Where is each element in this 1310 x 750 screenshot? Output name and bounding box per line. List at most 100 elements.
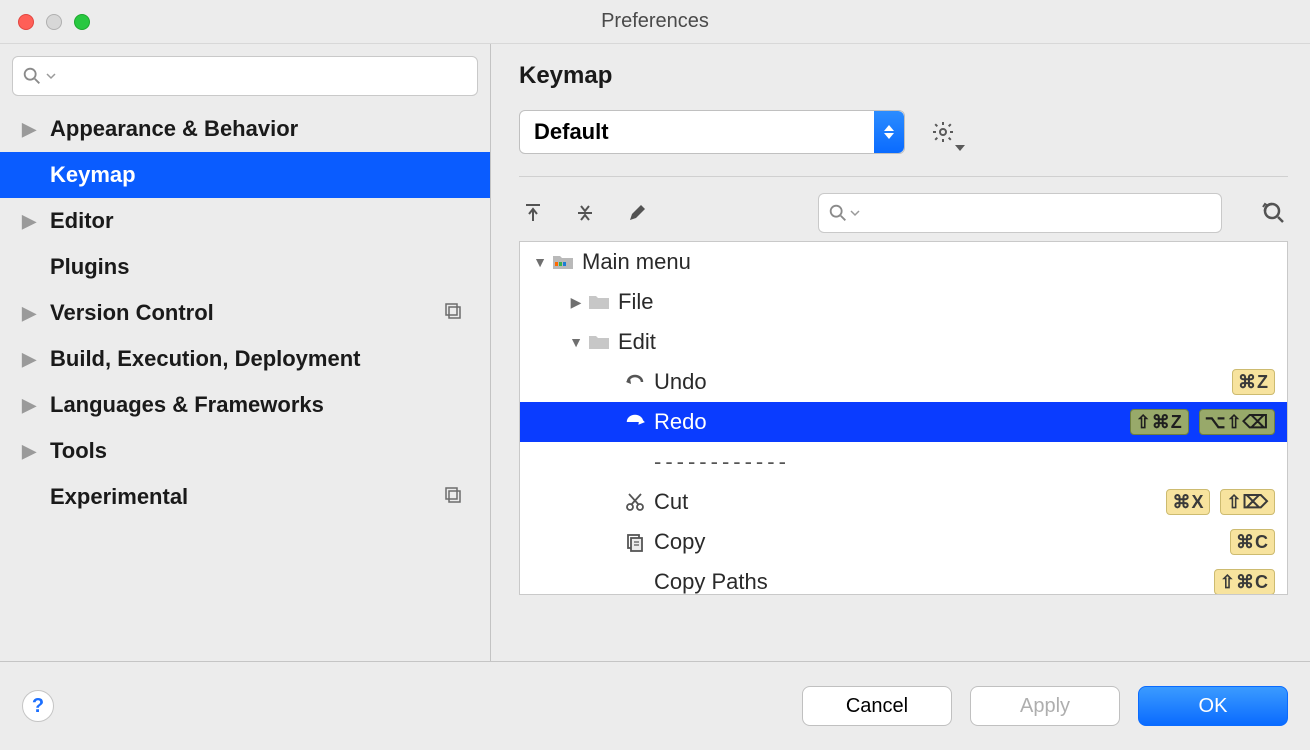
expand-all-icon (522, 202, 544, 224)
shortcut-list: ⇧⌘C (1214, 569, 1275, 595)
find-by-shortcut-button[interactable] (1260, 199, 1288, 227)
shortcut-list: ⇧⌘Z ⌥⇧⌫ (1130, 409, 1275, 435)
expand-arrow-icon: ▼ (530, 254, 550, 270)
sidebar-item-label: Appearance & Behavior (50, 116, 298, 142)
titlebar: Preferences (0, 0, 1310, 44)
expand-arrow-icon: ▶ (18, 349, 40, 370)
tree-row-label: ------------ (654, 449, 1275, 475)
sidebar-item-label: Languages & Frameworks (50, 392, 324, 418)
sidebar-item-plugins[interactable]: ▶Plugins (0, 244, 490, 290)
panel-title: Keymap (519, 62, 1288, 90)
sidebar-item-appearance-behavior[interactable]: ▶ Appearance & Behavior (0, 106, 490, 152)
find-shortcut-icon (1261, 200, 1287, 226)
chevron-down-icon (45, 70, 57, 82)
tree-row-label: Redo (654, 409, 1130, 435)
sidebar-item-label: Experimental (50, 484, 188, 510)
search-icon (21, 65, 43, 87)
expand-arrow-icon: ▶ (18, 211, 40, 232)
expand-arrow-icon: ▼ (566, 334, 586, 350)
keymap-actions-button[interactable] (927, 116, 959, 148)
tree-row[interactable]: ▼ Edit (520, 322, 1287, 362)
scheme-icon (444, 302, 462, 325)
tree-row[interactable]: Redo⇧⌘Z ⌥⇧⌫ (520, 402, 1287, 442)
tree-row-label: Copy Paths (654, 569, 1214, 595)
apply-button[interactable]: Apply (970, 686, 1120, 726)
sidebar-item-experimental[interactable]: ▶Experimental (0, 474, 490, 520)
tree-row-label: Undo (654, 369, 1232, 395)
sidebar-item-tools[interactable]: ▶ Tools (0, 428, 490, 474)
shortcut-badge: ⇧⌘C (1214, 569, 1275, 595)
tree-row[interactable]: ▼ Main menu (520, 242, 1287, 282)
expand-arrow-icon: ▶ (566, 294, 586, 311)
dropdown-arrows-icon (874, 111, 904, 153)
shortcut-badge: ⌘C (1230, 529, 1275, 555)
shortcut-list: ⌘Z (1232, 369, 1275, 395)
scheme-icon (444, 486, 462, 509)
folder-icon (586, 333, 612, 351)
separator (519, 176, 1288, 177)
sidebar-item-keymap[interactable]: ▶Keymap (0, 152, 490, 198)
ok-button[interactable]: OK (1138, 686, 1288, 726)
action-tree[interactable]: ▼ Main menu ▶ File ▼ Edit Undo⌘Z Redo⇧⌘Z ⌥⇧⌫ ----… (519, 241, 1288, 595)
shortcut-list: ⌘C (1230, 529, 1275, 555)
chevron-down-icon (849, 207, 861, 219)
expand-arrow-icon: ▶ (18, 303, 40, 324)
shortcut-badge: ⌘Z (1232, 369, 1275, 395)
sidebar-item-editor[interactable]: ▶Editor (0, 198, 490, 244)
search-icon (827, 202, 849, 224)
shortcut-badge: ⌘X (1166, 489, 1210, 515)
tree-row[interactable]: Copy Paths⇧⌘C (520, 562, 1287, 595)
shortcut-badge: ⌥⇧⌫ (1199, 409, 1275, 435)
keymap-select-value: Default (534, 119, 609, 145)
shortcut-badge: ⇧⌘Z (1130, 409, 1189, 435)
collapse-all-button[interactable] (571, 199, 599, 227)
sidebar-item-languages-frameworks[interactable]: ▶ Languages & Frameworks (0, 382, 490, 428)
sidebar-search-input[interactable] (59, 66, 469, 87)
cut-icon (622, 492, 648, 512)
sidebar-item-label: Version Control (50, 300, 214, 326)
copy-icon (622, 532, 648, 552)
expand-arrow-icon: ▶ (18, 119, 40, 140)
expand-all-button[interactable] (519, 199, 547, 227)
tree-row[interactable]: ▶ File (520, 282, 1287, 322)
help-button[interactable]: ? (22, 690, 54, 722)
tree-row-label: Edit (618, 329, 1275, 355)
redo-icon (622, 413, 648, 431)
tree-row-label: File (618, 289, 1275, 315)
collapse-all-icon (574, 202, 596, 224)
window-title: Preferences (0, 10, 1310, 33)
tree-row[interactable]: Cut⌘X ⇧⌦ (520, 482, 1287, 522)
shortcut-badge: ⇧⌦ (1220, 489, 1275, 515)
main-menu-folder-icon (550, 253, 576, 271)
tree-row[interactable]: Copy⌘C (520, 522, 1287, 562)
keymap-toolbar (519, 193, 1288, 233)
tree-row[interactable]: ------------ (520, 442, 1287, 482)
preferences-sidebar: ▶Appearance & Behavior▶Keymap▶Editor▶Plu… (0, 44, 491, 661)
folder-icon (586, 293, 612, 311)
main-panel: Keymap Default (491, 44, 1310, 661)
edit-shortcut-button[interactable] (623, 199, 651, 227)
shortcut-list: ⌘X ⇧⌦ (1166, 489, 1275, 515)
sidebar-item-label: Plugins (50, 254, 129, 280)
expand-arrow-icon: ▶ (18, 441, 40, 462)
action-search-input[interactable] (861, 203, 1213, 224)
tree-row-label: Main menu (582, 249, 1275, 275)
dialog-footer: ? Cancel Apply OK (0, 661, 1310, 750)
tree-row[interactable]: Undo⌘Z (520, 362, 1287, 402)
sidebar-search[interactable] (12, 56, 478, 96)
sidebar-item-label: Tools (50, 438, 107, 464)
cancel-button[interactable]: Cancel (802, 686, 952, 726)
tree-row-label: Cut (654, 489, 1166, 515)
sidebar-item-label: Keymap (50, 162, 136, 188)
sidebar-item-build-execution-deployment[interactable]: ▶ Build, Execution, Deployment (0, 336, 490, 382)
sidebar-nav: ▶Appearance & Behavior▶Keymap▶Editor▶Plu… (0, 106, 490, 520)
expand-arrow-icon: ▶ (18, 395, 40, 416)
tree-row-label: Copy (654, 529, 1230, 555)
pencil-icon (626, 202, 648, 224)
undo-icon (622, 373, 648, 391)
keymap-select[interactable]: Default (519, 110, 905, 154)
sidebar-item-label: Build, Execution, Deployment (50, 346, 360, 372)
sidebar-item-version-control[interactable]: ▶ Version Control (0, 290, 490, 336)
action-search[interactable] (818, 193, 1222, 233)
gear-icon (931, 120, 955, 144)
